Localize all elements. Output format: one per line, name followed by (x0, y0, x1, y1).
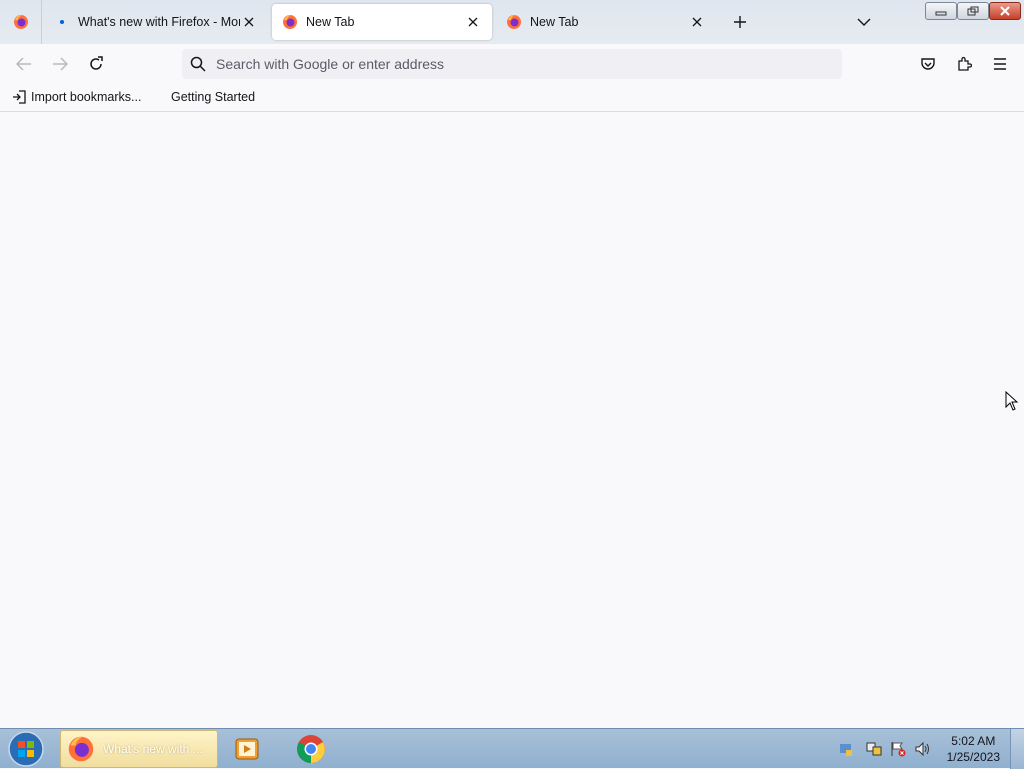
bookmark-import[interactable]: Import bookmarks... (12, 90, 141, 104)
taskbar-media-player[interactable] (234, 730, 264, 768)
plus-icon (734, 16, 746, 28)
volume-icon[interactable] (914, 741, 932, 762)
media-player-icon (235, 738, 259, 760)
minimize-icon (935, 11, 947, 16)
navigation-toolbar (0, 44, 1024, 84)
arrow-right-icon (53, 57, 68, 71)
restore-button[interactable] (957, 2, 989, 20)
restore-icon (967, 6, 979, 16)
firefox-view-button[interactable] (0, 0, 42, 44)
pocket-icon (921, 58, 935, 70)
bookmarks-toolbar: Import bookmarks... Getting Started (0, 84, 1024, 112)
attention-indicator (60, 20, 64, 24)
taskbar-chrome[interactable] (296, 730, 330, 768)
tab-title: New Tab (306, 15, 355, 29)
search-icon (190, 56, 206, 72)
bookmark-getting-started[interactable]: Getting Started (171, 90, 255, 104)
firefox-icon (13, 15, 28, 29)
close-tab-button[interactable] (464, 13, 482, 31)
close-icon (468, 17, 478, 27)
tab-title: New Tab (530, 15, 579, 29)
clock-time: 5:02 AM (951, 734, 996, 748)
clock-date: 1/25/2023 (946, 750, 1000, 764)
back-button[interactable] (12, 52, 36, 76)
tab-title: What's new with Firefox - More (78, 15, 240, 29)
new-tab-button[interactable] (728, 10, 752, 34)
page-content (0, 113, 1024, 728)
import-icon (13, 90, 26, 104)
app-menu-button[interactable] (988, 52, 1012, 76)
firefox-icon (68, 736, 94, 762)
list-all-tabs-button[interactable] (852, 10, 876, 34)
extensions-button[interactable] (952, 52, 976, 76)
mouse-cursor-icon (1005, 391, 1019, 411)
network-icon[interactable] (866, 741, 884, 762)
close-tab-button[interactable] (240, 13, 258, 31)
arrow-left-icon (16, 57, 31, 71)
chevron-down-icon (857, 18, 871, 26)
start-button[interactable] (4, 730, 48, 768)
taskbar: What's new with ... 5:02 AM 1/25/2023 (0, 728, 1024, 769)
chrome-icon (297, 735, 325, 763)
tab-whats-new[interactable]: What's new with Firefox - More (46, 4, 268, 40)
close-icon (1000, 6, 1010, 16)
close-tab-button[interactable] (688, 13, 706, 31)
tab-strip: What's new with Firefox - More New Tab N… (0, 0, 1024, 44)
address-bar[interactable] (182, 49, 842, 79)
url-input[interactable] (214, 55, 814, 73)
taskbar-firefox-window[interactable]: What's new with ... (60, 730, 218, 768)
taskbar-window-label: What's new with ... (103, 742, 203, 756)
close-icon (692, 17, 702, 27)
minimize-button[interactable] (925, 2, 957, 20)
close-icon (244, 17, 254, 27)
action-center-flag-icon[interactable] (890, 741, 906, 762)
firefox-icon (507, 15, 521, 29)
system-tray: 5:02 AM 1/25/2023 (824, 729, 1024, 769)
tab-new-tab[interactable]: New Tab (496, 4, 716, 40)
clock[interactable]: 5:02 AM 1/25/2023 (947, 733, 1000, 765)
network-admin-icon[interactable] (838, 741, 854, 762)
show-desktop-button[interactable] (1010, 729, 1024, 769)
forward-button[interactable] (48, 52, 72, 76)
puzzle-icon (958, 56, 972, 71)
bookmark-label: Getting Started (171, 90, 256, 104)
windows-logo-icon (8, 731, 44, 767)
reload-button[interactable] (84, 52, 108, 76)
pocket-button[interactable] (916, 52, 940, 76)
firefox-icon (283, 15, 297, 29)
reload-icon (90, 56, 103, 70)
window-close-button[interactable] (989, 2, 1021, 20)
bookmark-label: Import bookmarks... (31, 90, 142, 104)
hamburger-icon (994, 58, 1006, 70)
tab-new-tab-selected[interactable]: New Tab (272, 4, 492, 40)
